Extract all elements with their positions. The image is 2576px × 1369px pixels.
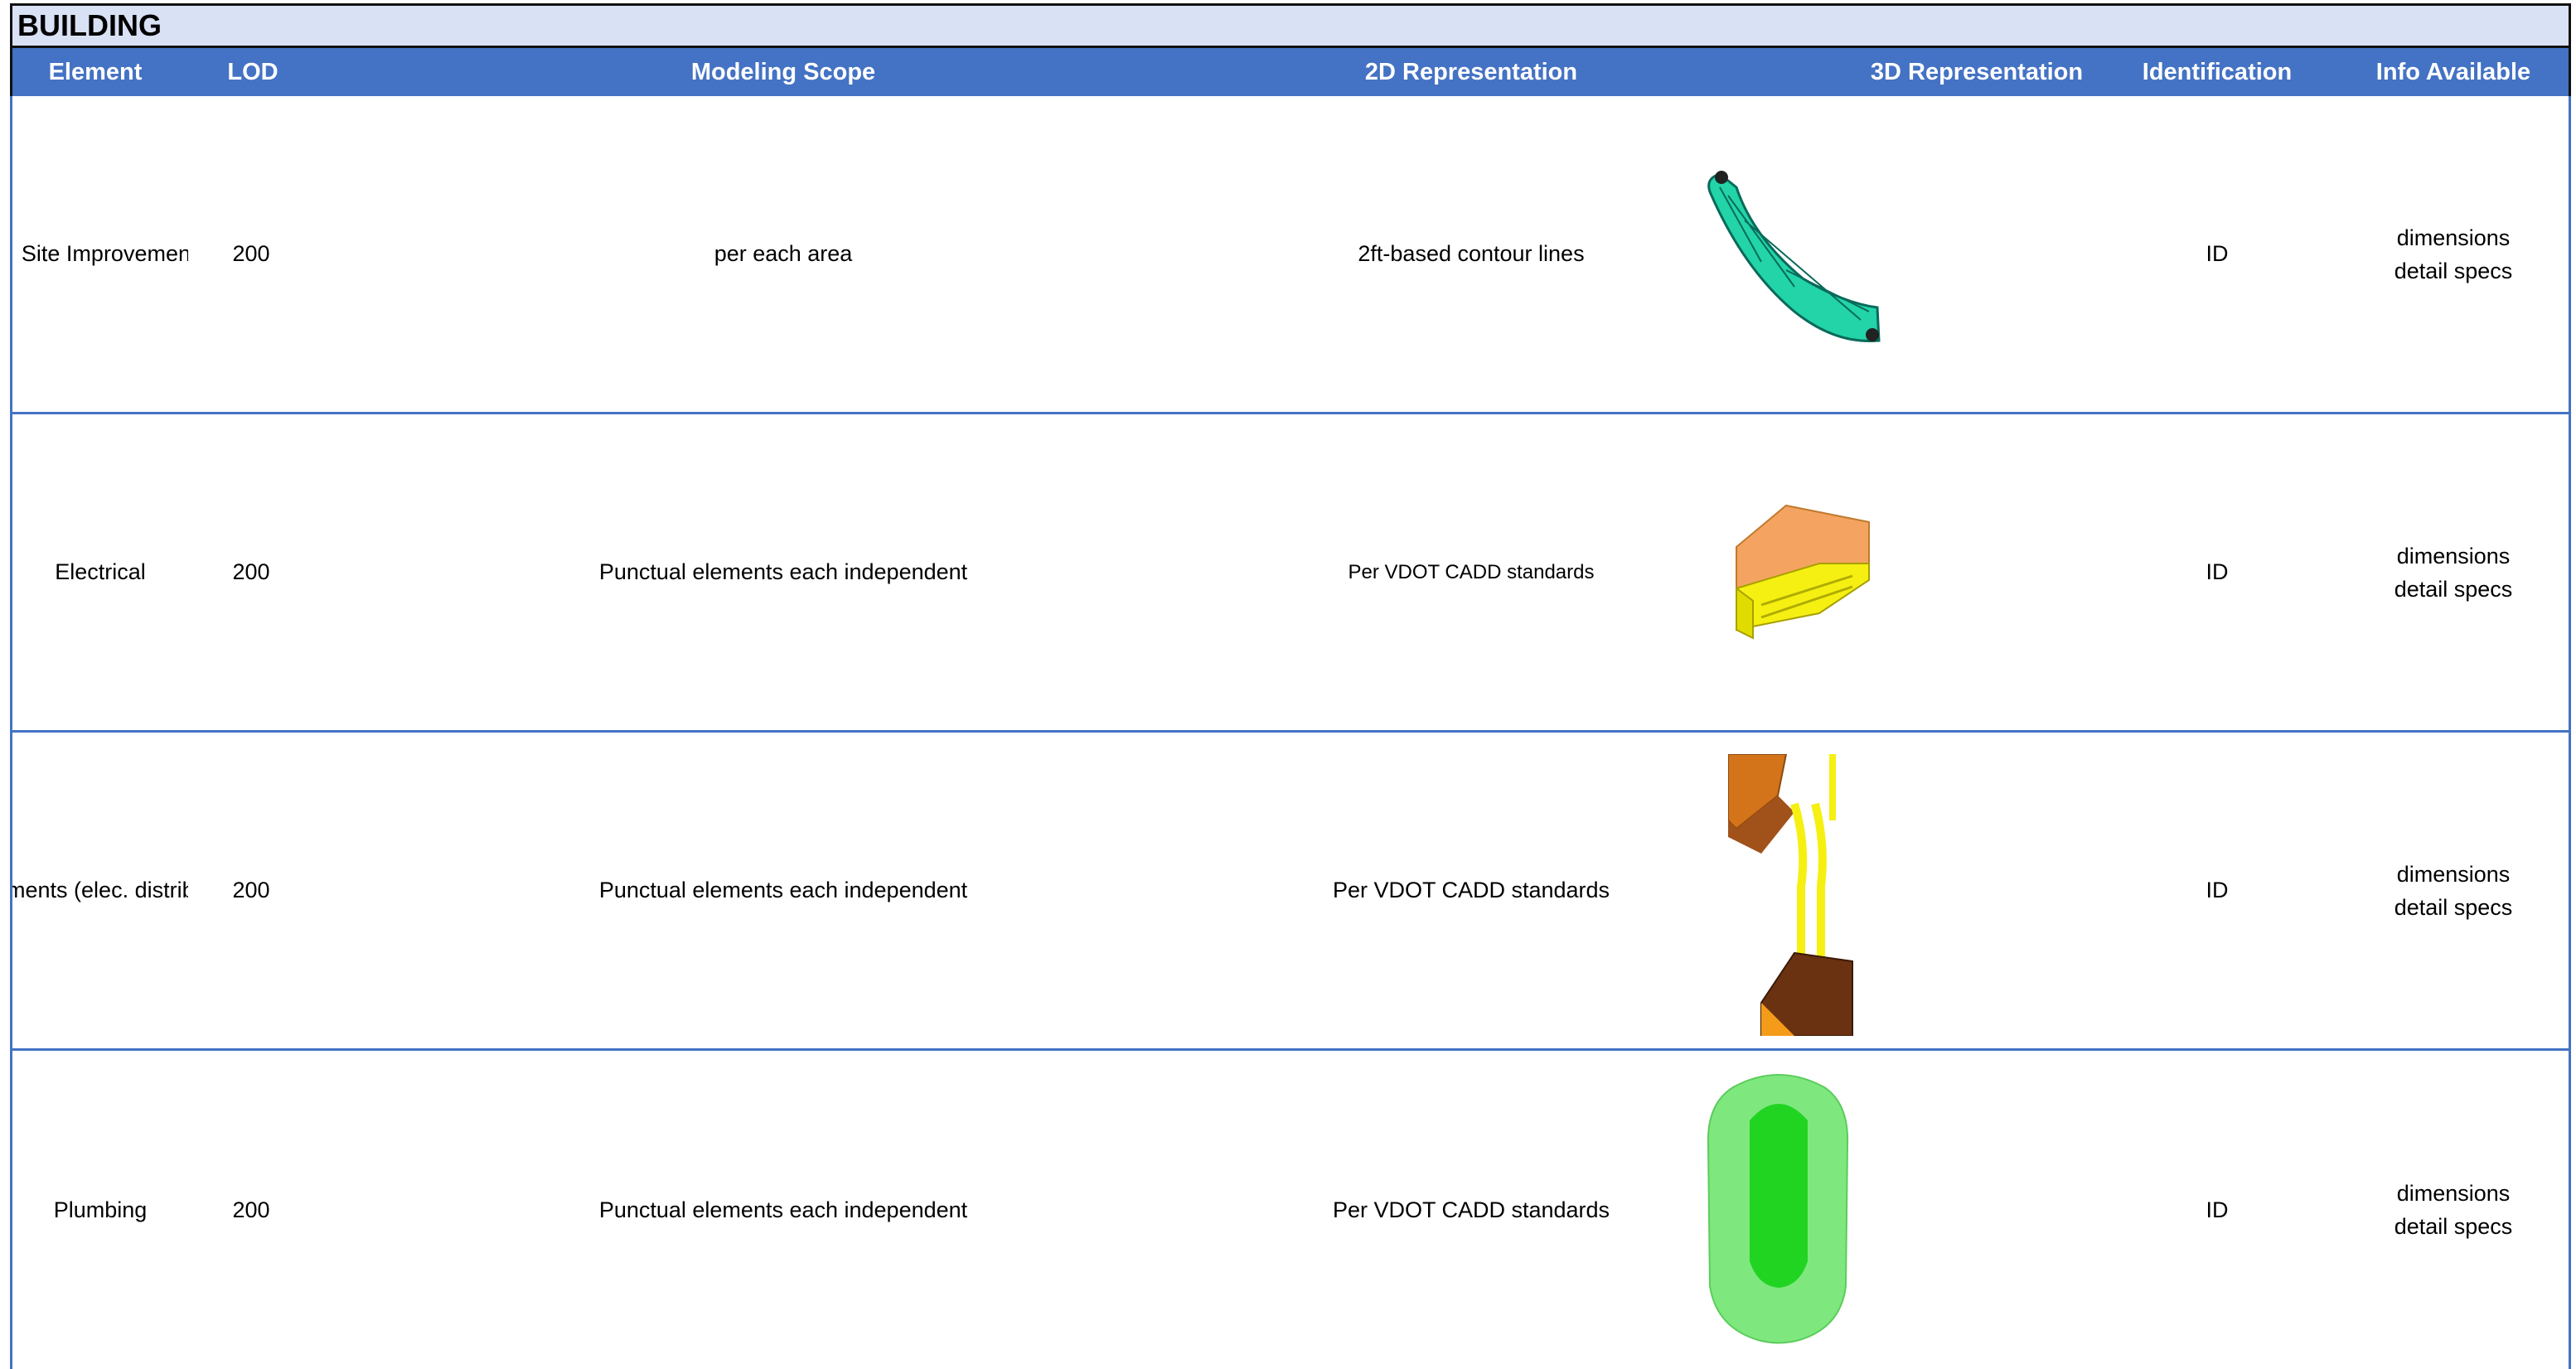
info-line-1: dimensions [2396, 1181, 2511, 1206]
info-cell[interactable]: dimensions detail specs [2333, 1051, 2574, 1369]
column-header-info-available[interactable]: Info Available [2333, 48, 2574, 96]
element-cell[interactable]: Site Improvements [12, 96, 188, 412]
element-cell[interactable]: Plumbing [12, 1051, 188, 1369]
identification-cell[interactable]: ID [2101, 733, 2333, 1048]
lod-cell[interactable]: 200 [188, 733, 314, 1048]
identification-cell[interactable]: ID [2101, 96, 2333, 412]
info-cell[interactable]: dimensions detail specs [2333, 414, 2574, 730]
lod-cell[interactable]: 200 [188, 1051, 314, 1369]
element-name: Site Improvements [21, 241, 188, 266]
table-row: Site Improvements 200 per each area 2ft-… [10, 96, 2571, 414]
element-name: Elements (elec. distribution) [12, 878, 188, 902]
lod-cell[interactable]: 200 [188, 414, 314, 730]
column-header-lod[interactable]: LOD [178, 48, 327, 96]
lod-cell[interactable]: 200 [188, 96, 314, 412]
info-line-1: dimensions [2396, 225, 2511, 250]
identification-cell[interactable]: ID [2101, 414, 2333, 730]
element-cell[interactable]: Elements (elec. distribution) [12, 733, 188, 1048]
info-line-2: detail specs [2394, 258, 2513, 283]
info-cell[interactable]: dimensions detail specs [2333, 96, 2574, 412]
table-row: Elements (elec. distribution) 200 Punctu… [10, 733, 2571, 1051]
electrical-distribution-model-icon [1728, 754, 1853, 1036]
column-header-identification[interactable]: Identification [2101, 48, 2333, 96]
site-improvement-model-icon [1707, 171, 1881, 343]
table-row: Electrical 200 Punctual elements each in… [10, 414, 2571, 733]
info-line-2: detail specs [2394, 1214, 2513, 1239]
plumbing-model-icon [1707, 1074, 1849, 1344]
spreadsheet: BUILDING Element LOD Modeling Scope 2D R… [10, 3, 2571, 1369]
info-line-2: detail specs [2394, 576, 2513, 602]
column-header-element[interactable]: Element [12, 48, 178, 96]
info-line-2: detail specs [2394, 894, 2513, 920]
sheet-title: BUILDING [10, 3, 2571, 48]
table-row: Plumbing 200 Punctual elements each inde… [10, 1051, 2571, 1369]
info-line-1: dimensions [2396, 861, 2511, 887]
info-cell[interactable]: dimensions detail specs [2333, 733, 2574, 1048]
table-header: Element LOD Modeling Scope 2D Representa… [10, 48, 2571, 96]
electrical-model-icon [1736, 504, 1870, 640]
element-cell[interactable]: Electrical [12, 414, 188, 730]
identification-cell[interactable]: ID [2101, 1051, 2333, 1369]
info-line-1: dimensions [2396, 543, 2511, 568]
